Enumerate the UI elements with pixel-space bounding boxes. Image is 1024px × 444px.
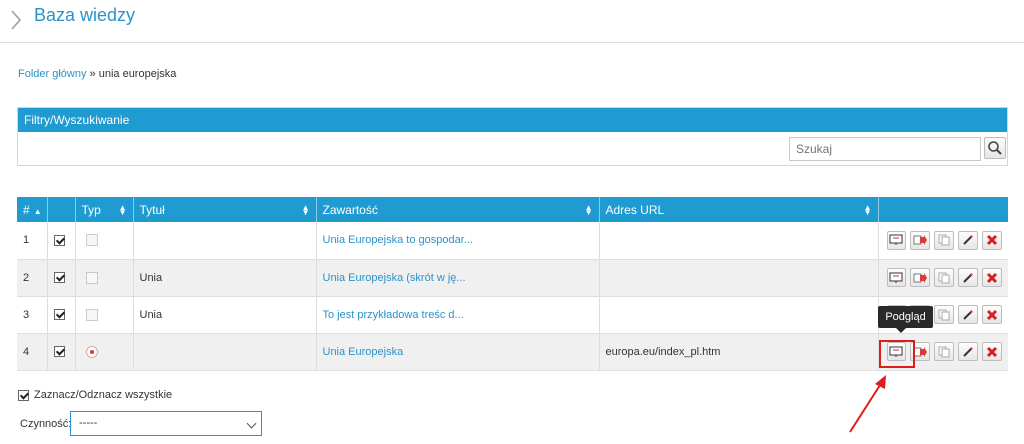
table-row: 4 Unia Europejska europa.eu/index_pl.htm bbox=[17, 333, 1008, 371]
row-title bbox=[133, 333, 317, 371]
delete-button[interactable] bbox=[982, 305, 1003, 324]
row-number: 4 bbox=[17, 333, 48, 371]
table-row: 3 Unia To jest przykładowa treśc d... bbox=[17, 296, 1008, 334]
row-content-link[interactable]: Unia Europejska (skrót w ję... bbox=[323, 272, 466, 284]
copy-button[interactable] bbox=[934, 268, 955, 287]
move-button[interactable] bbox=[910, 230, 931, 250]
row-checkbox[interactable] bbox=[53, 346, 65, 358]
move-icon bbox=[913, 346, 928, 357]
sort-icon: ▲ ▼ bbox=[301, 203, 310, 217]
row-title bbox=[133, 222, 317, 260]
delete-icon bbox=[987, 309, 998, 320]
action-select-value: ----- bbox=[79, 417, 98, 429]
sort-icon: ▲ ▼ bbox=[118, 203, 127, 217]
row-title: Unia bbox=[133, 296, 317, 334]
text-doc-icon bbox=[85, 234, 98, 247]
row-content-link[interactable]: Unia Europejska bbox=[323, 346, 404, 358]
chevron-right-icon bbox=[11, 10, 22, 30]
copy-button[interactable] bbox=[934, 230, 955, 250]
breadcrumb-current: unia europejska bbox=[98, 68, 177, 80]
delete-icon bbox=[987, 272, 998, 283]
action-label: Czynność: bbox=[20, 418, 72, 430]
edit-button[interactable] bbox=[958, 268, 979, 287]
column-header-content[interactable]: Zawartość ▲ ▼ bbox=[316, 197, 600, 222]
copy-icon bbox=[938, 234, 950, 246]
row-checkbox[interactable] bbox=[53, 309, 65, 321]
column-header-actions bbox=[878, 197, 1008, 222]
delete-button[interactable] bbox=[982, 268, 1003, 287]
row-number: 2 bbox=[17, 259, 48, 297]
search-button[interactable] bbox=[984, 137, 1006, 159]
select-all-checkbox[interactable] bbox=[18, 389, 29, 401]
edit-icon bbox=[963, 346, 974, 357]
row-title: Unia bbox=[133, 259, 317, 297]
row-url bbox=[599, 296, 879, 334]
edit-icon bbox=[963, 235, 974, 245]
search-input[interactable] bbox=[789, 137, 981, 161]
column-header-type[interactable]: Typ ▲ ▼ bbox=[75, 197, 134, 222]
preview-button[interactable] bbox=[886, 230, 907, 250]
copy-button[interactable] bbox=[934, 305, 955, 324]
delete-button[interactable] bbox=[982, 230, 1003, 250]
preview-icon bbox=[889, 272, 903, 283]
edit-icon bbox=[963, 309, 974, 320]
preview-button[interactable] bbox=[886, 268, 907, 287]
row-checkbox[interactable] bbox=[53, 272, 65, 284]
edit-button[interactable] bbox=[958, 230, 979, 250]
filter-panel: Filtry/Wyszukiwanie bbox=[17, 107, 1008, 166]
column-header-url[interactable]: Adres URL ▲ ▼ bbox=[599, 197, 879, 222]
breadcrumb: Folder główny » unia europejska bbox=[18, 68, 176, 80]
sort-icon: ▲ ▼ bbox=[863, 203, 872, 217]
breadcrumb-root-link[interactable]: Folder główny bbox=[18, 68, 86, 80]
delete-icon bbox=[987, 235, 998, 246]
knowledge-table: # ▲ Typ ▲ ▼ Tytuł ▲ ▼ Zawartość ▲ ▼ Adres URL ▲ ▼… bbox=[17, 197, 1008, 371]
row-url bbox=[599, 222, 879, 260]
move-icon bbox=[913, 272, 928, 283]
table-row: 1 Unia Europejska to gospodar... bbox=[17, 222, 1008, 260]
row-url bbox=[599, 259, 879, 297]
row-checkbox[interactable] bbox=[53, 234, 65, 246]
row-actions bbox=[885, 268, 1003, 287]
edit-icon bbox=[963, 272, 974, 283]
move-button[interactable] bbox=[910, 268, 931, 287]
select-all[interactable]: Zaznacz/Odznacz wszystkie bbox=[18, 389, 172, 401]
select-all-label: Zaznacz/Odznacz wszystkie bbox=[34, 389, 173, 402]
copy-icon bbox=[938, 272, 950, 283]
breadcrumb-separator: » bbox=[86, 68, 99, 80]
chevron-down-icon bbox=[246, 418, 257, 429]
edit-button[interactable] bbox=[958, 305, 979, 324]
column-header-title[interactable]: Tytuł ▲ ▼ bbox=[133, 197, 317, 222]
web-link-icon bbox=[85, 345, 98, 358]
text-doc-icon bbox=[85, 271, 98, 284]
annotation-highlight-box bbox=[879, 340, 915, 368]
page-header: Baza wiedzy bbox=[0, 0, 1024, 43]
column-header-number[interactable]: # ▲ bbox=[17, 197, 48, 222]
row-number: 1 bbox=[17, 222, 48, 260]
copy-icon bbox=[938, 309, 950, 320]
row-url: europa.eu/index_pl.htm bbox=[599, 333, 879, 371]
row-actions bbox=[885, 230, 1003, 250]
filter-panel-header[interactable]: Filtry/Wyszukiwanie bbox=[18, 108, 1007, 132]
delete-icon bbox=[987, 346, 998, 357]
preview-icon bbox=[889, 234, 903, 246]
search-icon bbox=[988, 141, 1002, 155]
page-title: Baza wiedzy bbox=[34, 5, 136, 25]
action-select[interactable]: ----- bbox=[70, 411, 262, 436]
text-doc-icon bbox=[85, 308, 98, 321]
preview-tooltip: Podgląd bbox=[878, 306, 933, 333]
row-number: 3 bbox=[17, 296, 48, 334]
row-content-link[interactable]: Unia Europejska to gospodar... bbox=[323, 234, 473, 246]
sort-icon: ▲ ▼ bbox=[584, 203, 593, 217]
delete-button[interactable] bbox=[982, 342, 1003, 361]
copy-icon bbox=[938, 346, 950, 357]
copy-button[interactable] bbox=[934, 342, 955, 361]
move-icon bbox=[913, 235, 928, 246]
row-content-link[interactable]: To jest przykładowa treśc d... bbox=[323, 309, 464, 321]
edit-button[interactable] bbox=[958, 342, 979, 361]
column-header-select bbox=[47, 197, 76, 222]
annotation-arrow-icon bbox=[849, 375, 886, 433]
table-row: 2 Unia Unia Europejska (skrót w ję... bbox=[17, 259, 1008, 297]
